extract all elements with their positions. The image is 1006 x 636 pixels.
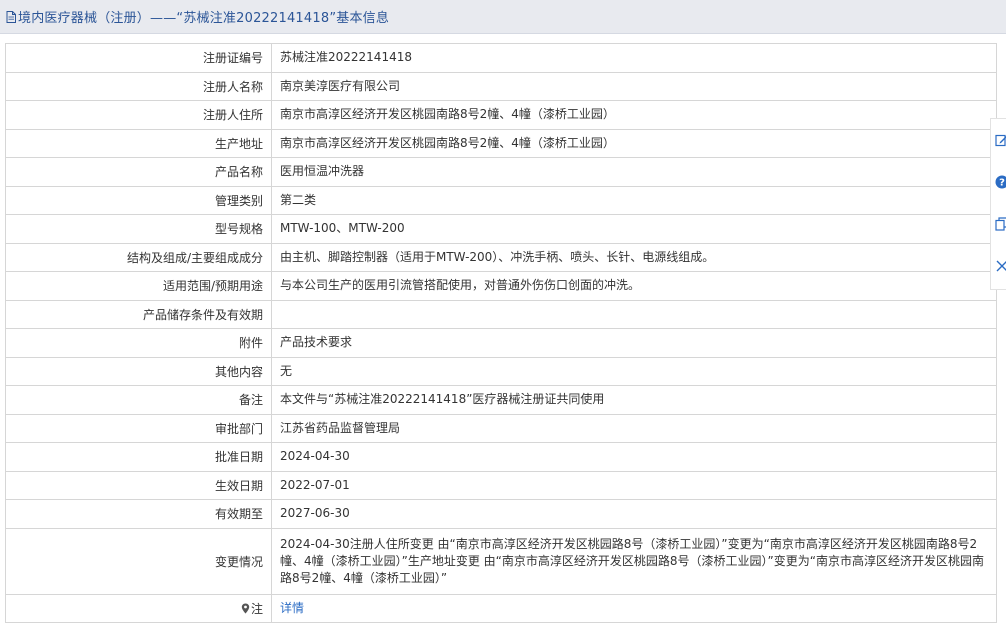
row-value: 产品技术要求 [271,328,997,358]
row-label: 型号规格 [5,214,272,244]
row-label: 生效日期 [5,470,272,500]
note-label-cell: 注 [5,593,272,623]
document-icon [6,10,16,23]
row-value: 2022-07-01 [271,470,997,500]
table-row: 注册人住所 南京市高淳区经济开发区桃园南路8号2幢、4幢（漆桥工业园） [5,100,997,130]
row-label: 附件 [5,328,272,358]
row-label: 管理类别 [5,185,272,215]
close-icon[interactable] [995,259,1006,273]
row-label: 有效期至 [5,499,272,529]
row-value: 2027-06-30 [271,499,997,529]
row-value: 医用恒温冲洗器 [271,157,997,187]
table-row: 结构及组成/主要组成成分 由主机、脚踏控制器（适用于MTW-200）、冲洗手柄、喷… [5,242,997,272]
table-row: 注册人名称 南京美淳医疗有限公司 [5,71,997,101]
row-value: 2024-04-30注册人住所变更 由“南京市高淳区经济开发区桃园路8号（漆桥工… [271,527,997,595]
details-link[interactable]: 详情 [280,601,304,615]
table-row: 批准日期 2024-04-30 [5,442,997,472]
svg-text:?: ? [999,178,1005,189]
table-row: 生产地址 南京市高淳区经济开发区桃园南路8号2幢、4幢（漆桥工业园） [5,128,997,158]
row-value: 南京市高淳区经济开发区桃园南路8号2幢、4幢（漆桥工业园） [271,128,997,158]
row-label: 结构及组成/主要组成成分 [5,242,272,272]
row-value: 本文件与“苏械注准20222141418”医疗器械注册证共同使用 [271,385,997,415]
row-label: 审批部门 [5,413,272,443]
row-label: 产品名称 [5,157,272,187]
table-row: 产品名称 医用恒温冲洗器 [5,157,997,187]
table-row: 审批部门 江苏省药品监督管理局 [5,413,997,443]
table-row: 适用范围/预期用途 与本公司生产的医用引流管搭配使用，对普通外伤伤口创面的冲洗。 [5,271,997,301]
row-label: 注册人名称 [5,71,272,101]
row-label: 注册证编号 [5,43,272,73]
info-table: 注册证编号 苏械注准20222141418 注册人名称 南京美淳医疗有限公司 注册人… [5,43,997,623]
table-row: 其他内容无 [5,356,997,386]
table-row: 变更情况 2024-04-30注册人住所变更 由“南京市高淳区经济开发区桃园路8号… [5,527,997,595]
row-label: 备注 [5,385,272,415]
copy-icon[interactable] [995,217,1006,231]
row-value: 与本公司生产的医用引流管搭配使用，对普通外伤伤口创面的冲洗。 [271,271,997,301]
row-label: 产品储存条件及有效期 [5,299,272,329]
note-value: 详情 [271,593,997,623]
row-value: 由主机、脚踏控制器（适用于MTW-200）、冲洗手柄、喷头、长针、电源线组成。 [271,242,997,272]
row-value: 第二类 [271,185,997,215]
table-row: 型号规格 MTW-100、MTW-200 [5,214,997,244]
row-label: 其他内容 [5,356,272,386]
table-row: 管理类别 第二类 [5,185,997,215]
side-toolbar: ? [990,118,1006,290]
note-row: 注 详情 [5,593,997,623]
row-value: MTW-100、MTW-200 [271,214,997,244]
table-row: 产品储存条件及有效期 [5,299,997,329]
table-row: 生效日期 2022-07-01 [5,470,997,500]
row-value: 2024-04-30 [271,442,997,472]
page-header: 境内医疗器械（注册）——“苏械注准20222141418”基本信息 [0,0,1006,34]
row-value: 江苏省药品监督管理局 [271,413,997,443]
row-value: 南京市高淳区经济开发区桃园南路8号2幢、4幢（漆桥工业园） [271,100,997,130]
row-value: 无 [271,356,997,386]
table-row: 注册证编号 苏械注准20222141418 [5,43,997,73]
note-label: 注 [250,601,263,616]
row-label: 注册人住所 [5,100,272,130]
row-label: 变更情况 [5,527,272,595]
help-icon[interactable]: ? [995,175,1006,189]
row-value: 南京美淳医疗有限公司 [271,71,997,101]
row-label: 批准日期 [5,442,272,472]
row-label: 适用范围/预期用途 [5,271,272,301]
table-row: 附件 产品技术要求 [5,328,997,358]
edit-icon[interactable] [995,133,1006,147]
table-row: 有效期至 2027-06-30 [5,499,997,529]
row-value [271,299,997,329]
table-row: 备注 本文件与“苏械注准20222141418”医疗器械注册证共同使用 [5,385,997,415]
pin-icon [241,603,250,617]
row-label: 生产地址 [5,128,272,158]
row-value: 苏械注准20222141418 [271,43,997,73]
page-title: 境内医疗器械（注册）——“苏械注准20222141418”基本信息 [18,11,390,26]
